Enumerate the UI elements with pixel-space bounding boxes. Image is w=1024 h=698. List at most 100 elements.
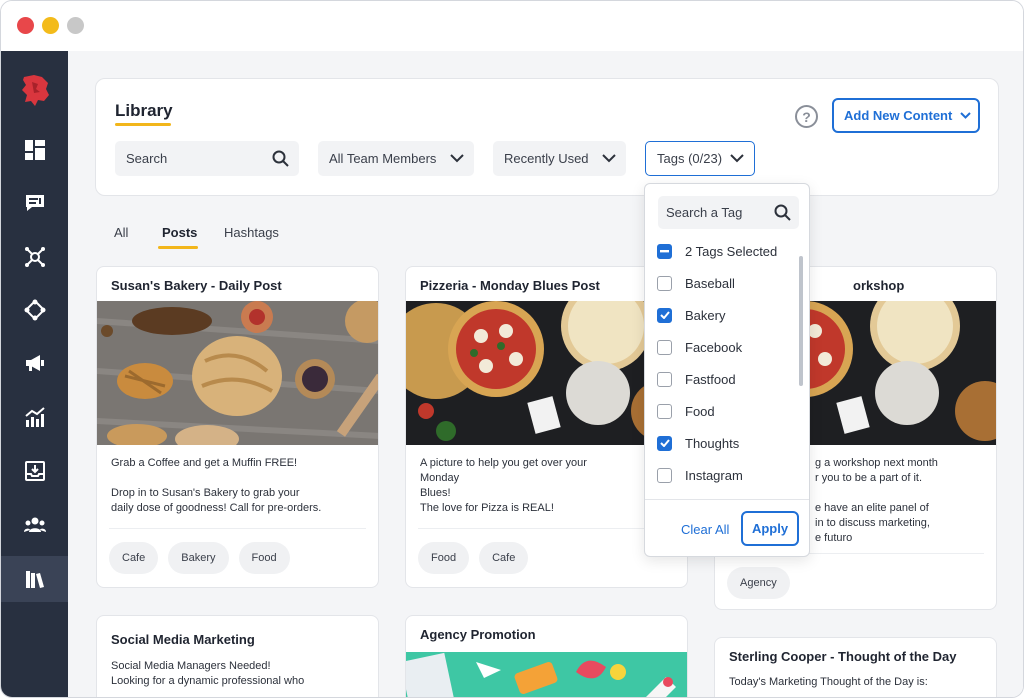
card-body: g a workshop next month r you to be a pa…	[815, 456, 938, 546]
dashboard-icon[interactable]	[1, 127, 68, 173]
tag-option-label: Instagram	[685, 467, 743, 483]
card-line: g a workshop next month	[815, 457, 938, 469]
apply-button[interactable]: Apply	[741, 511, 799, 546]
tag-chip[interactable]: Food	[418, 542, 470, 574]
card-title: Sterling Cooper - Thought of the Day	[729, 649, 957, 664]
content-card[interactable]: Susan's Bakery - Daily Post Grab a Coffe…	[96, 266, 379, 588]
tag-option-label: Facebook	[685, 339, 743, 355]
tag-option[interactable]: Thoughts	[657, 434, 739, 452]
team-members-value: All Team Members	[329, 151, 437, 166]
card-tags: Food Cafe	[418, 542, 529, 574]
card-divider	[418, 528, 675, 529]
tag-chip[interactable]: Cafe	[109, 542, 159, 574]
card-line: Monday	[420, 472, 460, 484]
tag-option[interactable]: Food	[657, 402, 715, 420]
clear-all-button[interactable]: Clear All	[681, 522, 729, 537]
card-body: Social Media Managers Needed! Looking fo…	[111, 659, 304, 689]
add-new-content-button[interactable]: Add New Content	[832, 98, 980, 133]
library-icon[interactable]	[1, 556, 68, 602]
checkbox-icon[interactable]	[657, 403, 672, 419]
tag-option[interactable]: Fastfood	[657, 370, 736, 388]
tag-option-label: Bakery	[685, 307, 726, 323]
search-icon	[272, 150, 289, 167]
tag-chip[interactable]: Food	[238, 542, 290, 574]
tags-dropdown: Search a Tag 2 Tags Selected Baseball Ba…	[644, 183, 810, 557]
tag-option[interactable]: Bakery	[657, 306, 725, 324]
tags-select[interactable]: Tags (0/23)	[645, 141, 755, 176]
move-icon[interactable]	[1, 287, 68, 333]
tab-posts[interactable]: Posts	[162, 225, 197, 240]
help-button[interactable]: ?	[795, 105, 818, 128]
close-window-button[interactable]	[17, 17, 34, 34]
chevron-down-icon	[602, 154, 616, 163]
team-icon[interactable]	[1, 502, 68, 548]
card-line: The love for Pizza is REAL!	[420, 502, 554, 514]
sidebar	[1, 51, 68, 697]
card-line: Grab a Coffee and get a Muffin FREE!	[111, 457, 298, 469]
card-title: Agency Promotion	[420, 627, 536, 642]
content-card[interactable]: Social Media Marketing Social Media Mana…	[96, 615, 379, 697]
tab-all[interactable]: All	[114, 225, 128, 240]
checkbox-icon[interactable]	[657, 275, 672, 291]
card-line: Social Media Managers Needed!	[111, 660, 271, 672]
content-card[interactable]: Sterling Cooper - Thought of the Day Tod…	[714, 637, 997, 697]
search-input[interactable]: Search	[115, 141, 299, 176]
card-line: Looking for a dynamic professional who	[111, 675, 305, 687]
card-body: Today's Marketing Thought of the Day is:	[729, 675, 928, 690]
maximize-window-button[interactable]	[67, 17, 84, 34]
card-line: Drop in to Susan's Bakery to grab your	[111, 487, 300, 499]
checkbox-icon[interactable]	[657, 371, 672, 387]
checkbox-icon[interactable]	[657, 467, 672, 483]
card-title: Susan's Bakery - Daily Post	[111, 278, 282, 293]
tag-chip[interactable]: Bakery	[168, 542, 229, 574]
chevron-down-icon	[450, 154, 464, 163]
tag-search-input[interactable]: Search a Tag	[658, 196, 799, 229]
card-line: e futuro	[815, 532, 853, 544]
chevron-down-icon	[960, 112, 972, 119]
checked-checkbox-icon[interactable]	[657, 307, 672, 323]
indeterminate-checkbox-icon[interactable]	[657, 243, 672, 259]
team-members-select[interactable]: All Team Members	[318, 141, 474, 176]
tag-option[interactable]: Instagram	[657, 466, 743, 484]
tag-option-label: Fastfood	[685, 371, 736, 387]
title-bar	[1, 1, 1023, 51]
tag-option-label: Thoughts	[685, 435, 740, 451]
tag-search-placeholder: Search a Tag	[666, 205, 743, 220]
apply-label: Apply	[751, 521, 789, 536]
card-divider	[109, 528, 366, 529]
page-title: Library	[115, 101, 173, 120]
tag-option-select-all[interactable]: 2 Tags Selected	[657, 242, 777, 260]
megaphone-icon[interactable]	[1, 340, 68, 386]
card-title: Pizzeria - Monday Blues Post	[420, 278, 600, 293]
card-line: Today's Marketing Thought of the Day is:	[729, 676, 928, 688]
app-window: Library ? Add New Content Search All Tea…	[0, 0, 1024, 698]
posts-icon[interactable]	[1, 180, 68, 226]
tag-option[interactable]: Baseball	[657, 274, 735, 292]
card-title: orkshop	[853, 278, 905, 293]
inbox-icon[interactable]	[1, 448, 68, 494]
chevron-down-icon	[730, 154, 744, 163]
tag-chip[interactable]: Agency	[727, 567, 790, 599]
tab-hashtags[interactable]: Hashtags	[224, 225, 279, 240]
card-image	[406, 652, 687, 697]
red-logo-icon[interactable]	[1, 67, 68, 113]
network-icon[interactable]	[1, 234, 68, 280]
tag-option-label: Baseball	[685, 275, 735, 291]
tag-chip[interactable]: Cafe	[479, 542, 529, 574]
card-line: A picture to help you get over your	[420, 457, 587, 469]
library-header: Library ? Add New Content Search All Tea…	[95, 78, 999, 196]
dropdown-scrollbar[interactable]	[799, 256, 803, 386]
analytics-icon[interactable]	[1, 394, 68, 440]
card-tags: Agency	[727, 567, 790, 599]
search-placeholder: Search	[126, 151, 168, 166]
card-body: Grab a Coffee and get a Muffin FREE! Dro…	[111, 456, 321, 516]
checkbox-icon[interactable]	[657, 339, 672, 355]
content-card[interactable]: Agency Promotion	[405, 615, 688, 697]
card-image	[97, 301, 378, 445]
tag-option-label: 2 Tags Selected	[685, 243, 778, 259]
sort-select[interactable]: Recently Used	[493, 141, 626, 176]
tag-option[interactable]: Facebook	[657, 338, 742, 356]
minimize-window-button[interactable]	[42, 17, 59, 34]
checked-checkbox-icon[interactable]	[657, 435, 672, 451]
add-new-content-label: Add New Content	[844, 108, 953, 123]
